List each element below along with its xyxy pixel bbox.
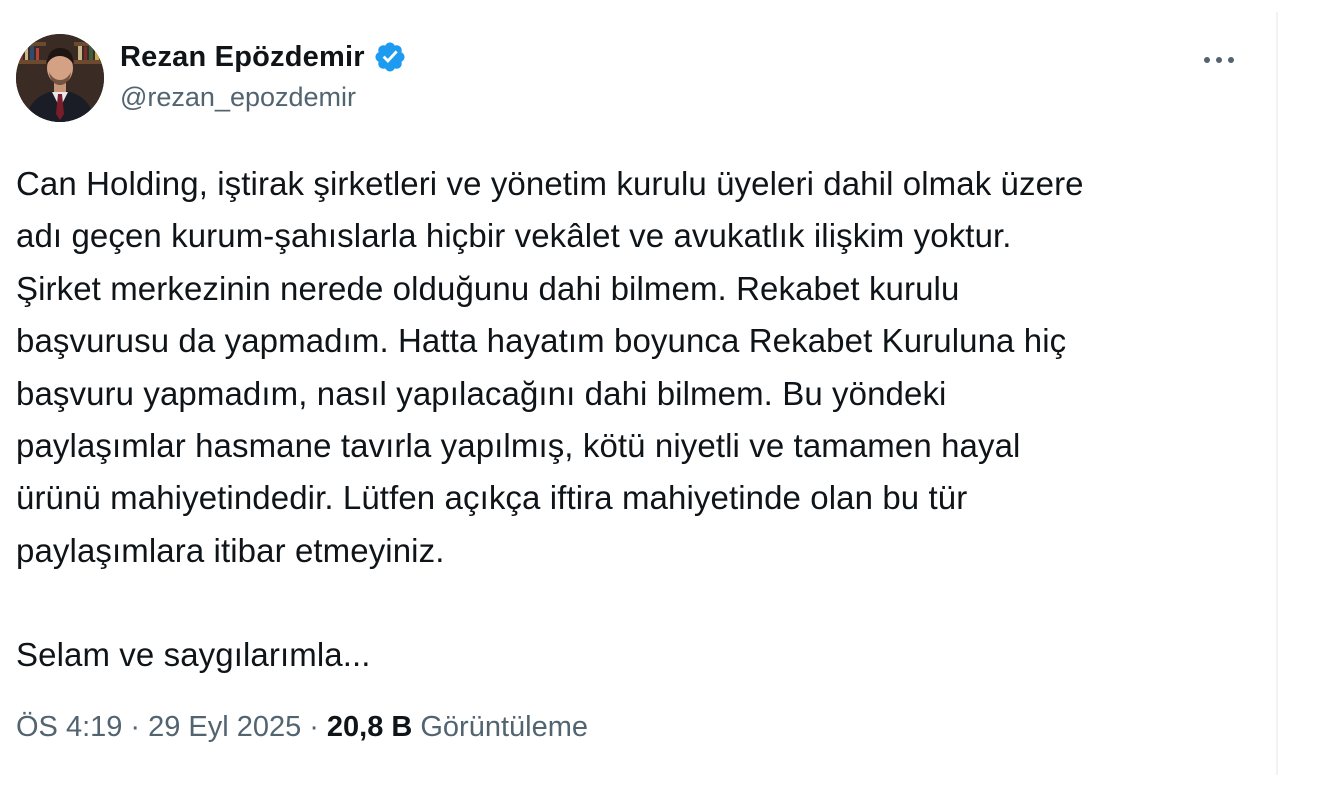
tweet-card: Rezan Epözdemir @rezan_epozdemir Can Hol… <box>0 0 1276 775</box>
tweet-text-line: paylaşımlara itibar etmeyiniz. <box>16 531 445 569</box>
tweet-time[interactable]: ÖS 4:19 <box>16 711 122 744</box>
user-handle[interactable]: @rezan_epozdemir <box>120 82 407 113</box>
tweet-text-line: başvurusu da yapmadım. Hatta hayatım boy… <box>16 322 1067 360</box>
more-button[interactable] <box>1196 40 1242 80</box>
verified-badge-icon[interactable] <box>373 40 407 74</box>
user-info: Rezan Epözdemir @rezan_epozdemir <box>120 38 407 113</box>
tweet-date[interactable]: 29 Eyl 2025 <box>148 711 301 744</box>
views-count: 20,8 B <box>326 710 413 743</box>
display-name[interactable]: Rezan Epözdemir <box>120 41 365 74</box>
tweet-text-line: Şirket merkezinin nerede olduğunu dahi b… <box>16 269 960 307</box>
tweet-text-line: paylaşımlar hasmane tavırla yapılmış, kö… <box>16 427 1021 465</box>
column-divider <box>1276 12 1278 775</box>
tweet-text: Can Holding, iştirak şirketleri ve yönet… <box>16 158 1256 682</box>
views-label: Görüntüleme <box>420 710 589 743</box>
name-row: Rezan Epözdemir <box>120 38 407 76</box>
meta-separator: · <box>130 710 141 743</box>
tweet-closing-line: Selam ve saygılarımla... <box>16 636 371 674</box>
tweet-text-line: ürünü mahiyetindedir. Lütfen açıkça ifti… <box>16 479 968 517</box>
avatar[interactable] <box>16 34 104 122</box>
meta-separator: · <box>309 710 319 743</box>
tweet-text-line: başvuru yapmadım, nasıl yapılacağını dah… <box>16 374 947 412</box>
more-horizontal-icon <box>1204 57 1234 63</box>
tweet-text-line: adı geçen kurum-şahıslarla hiçbir vekâle… <box>16 217 1012 255</box>
profile-photo <box>16 34 104 122</box>
tweet-text-line: Can Holding, iştirak şirketleri ve yönet… <box>16 165 1084 202</box>
tweet-meta: ÖS 4:19 · 29 Eyl 2025 · 20,8 B Görüntüle… <box>16 704 588 750</box>
